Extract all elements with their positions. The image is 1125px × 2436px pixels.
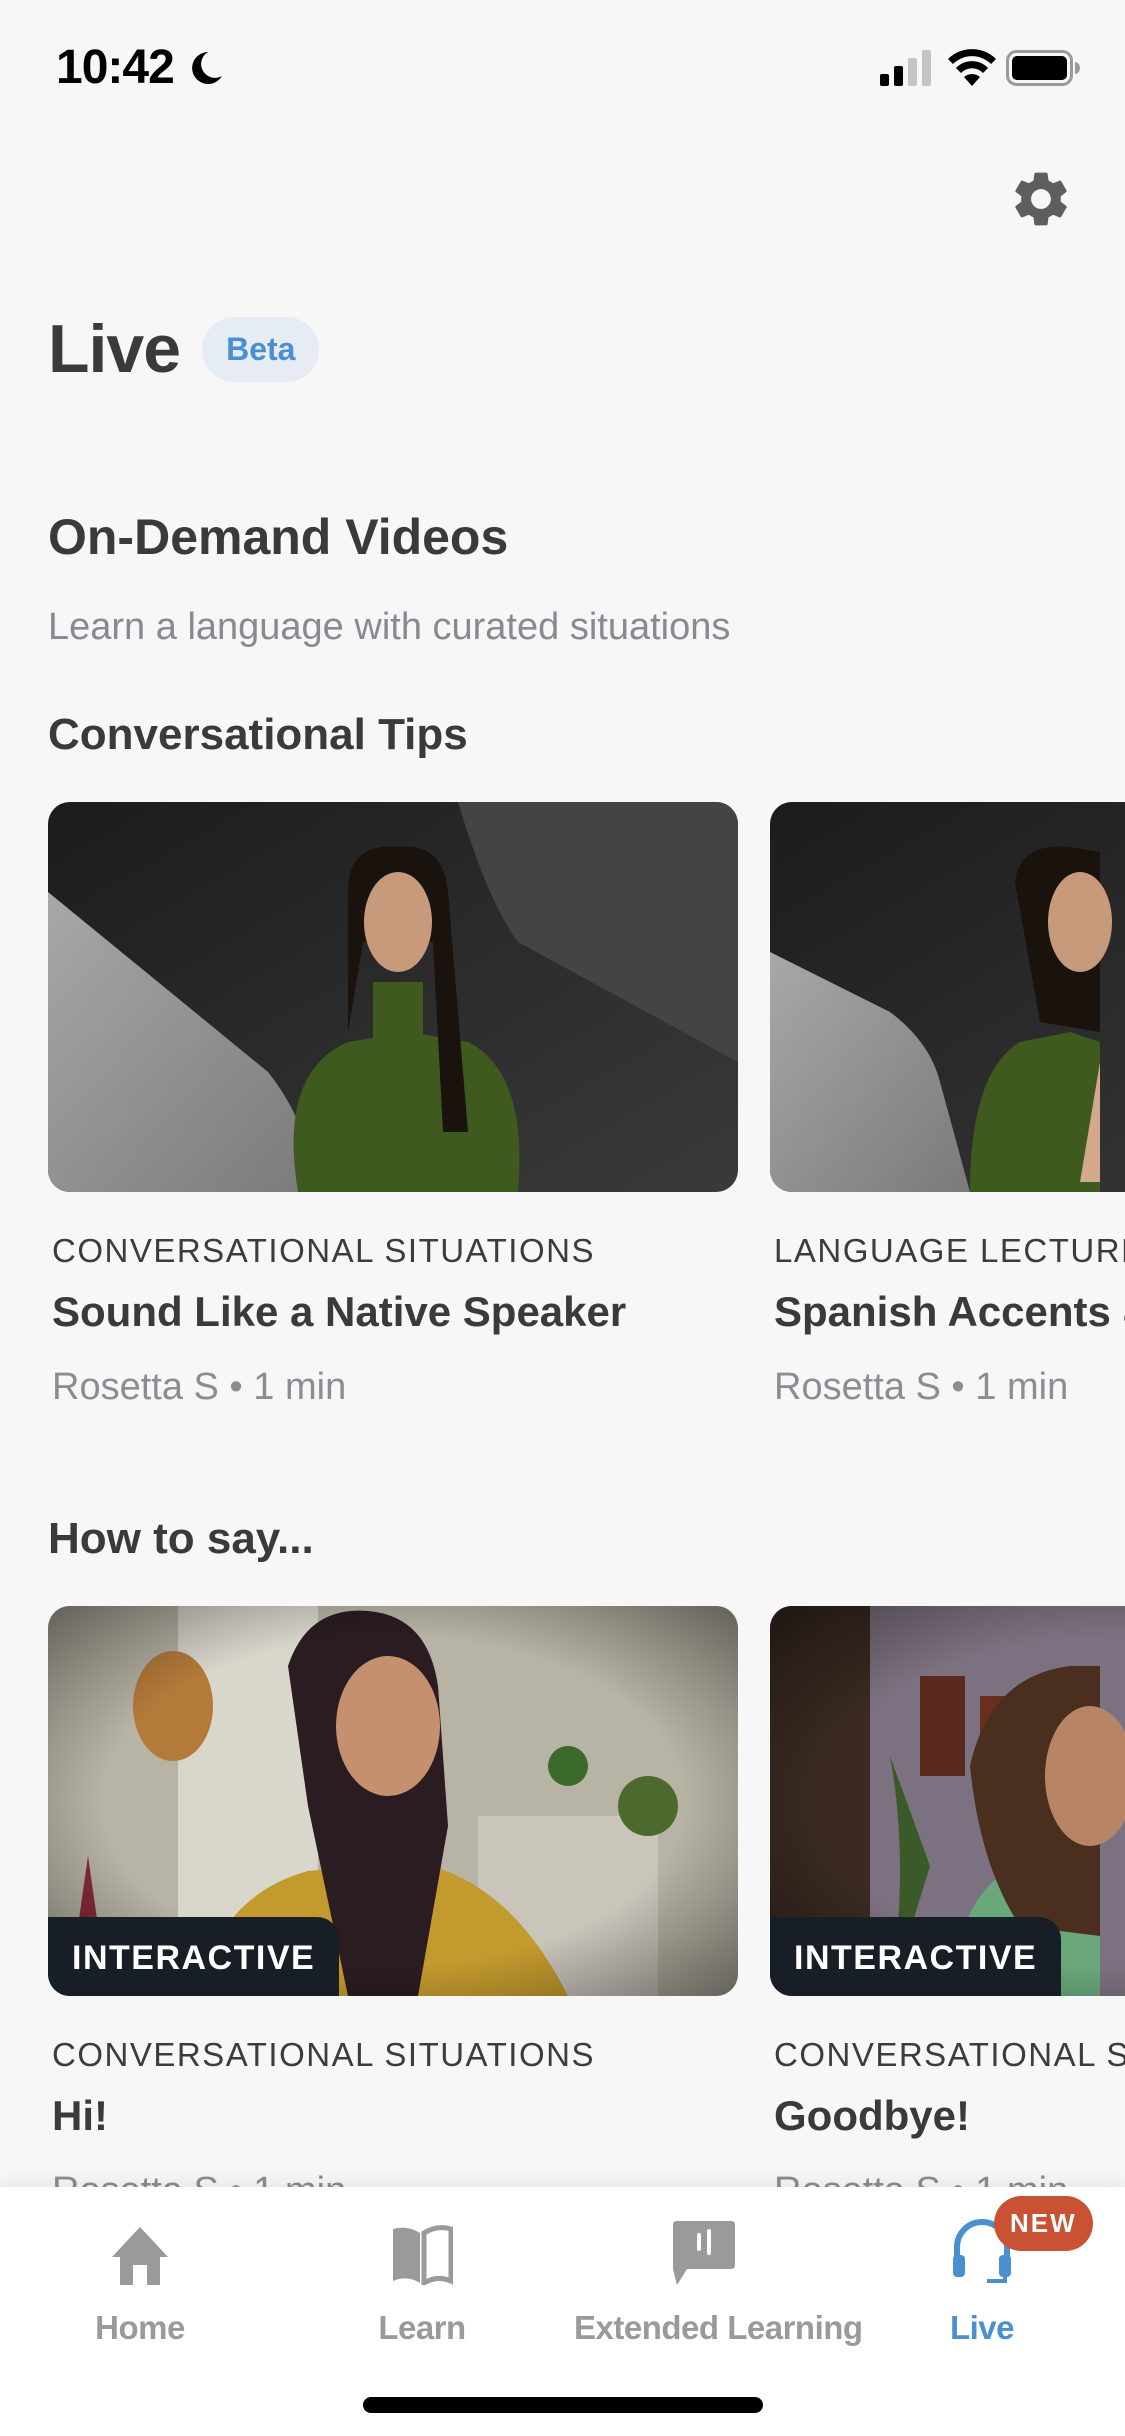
signal-icon <box>880 50 931 86</box>
card-meta: Rosetta S • 1 min <box>52 1366 347 1408</box>
tab-label: Home <box>95 2309 185 2346</box>
tab-label: Extended Learning <box>574 2309 863 2346</box>
card-category: CONVERSATIONAL SITUATIONS <box>52 1232 595 1269</box>
page-title: Live <box>48 311 181 387</box>
card-meta: Rosetta S • 1 min <box>774 1366 1069 1408</box>
tab-label: Learn <box>378 2309 466 2346</box>
moon-icon <box>192 52 222 84</box>
tab-home[interactable]: Home <box>10 2215 270 2347</box>
section-subtitle: Learn a language with curated situations <box>48 606 731 648</box>
interactive-badge: INTERACTIVE <box>48 1917 340 1996</box>
carousel-how-to-say[interactable]: INTERACTIVE CONVERSATIONAL SITUATIONS Hi… <box>48 1606 1125 2213</box>
tab-label: Live <box>949 2309 1015 2346</box>
chat-bubble-icon <box>673 2221 735 2285</box>
gear-icon[interactable] <box>1008 166 1074 232</box>
video-card[interactable]: INTERACTIVE CONVERSATIONAL SITUATIONS Go… <box>770 1606 1125 2213</box>
row-title-how-to-say: How to say... <box>48 1514 314 1563</box>
video-thumbnail[interactable]: INTERACTIVE <box>48 1606 738 1996</box>
tab-extended-learning[interactable]: Extended Learning <box>574 2215 863 2347</box>
video-card[interactable]: CONVERSATIONAL SITUATIONS Sound Like a N… <box>48 802 738 1409</box>
new-badge: NEW <box>994 2196 1093 2251</box>
row-title-conversational-tips: Conversational Tips <box>48 710 468 759</box>
beta-badge: Beta <box>202 316 320 382</box>
card-title: Hi! <box>52 2092 108 2139</box>
carousel-conversational-tips[interactable]: CONVERSATIONAL SITUATIONS Sound Like a N… <box>48 802 1125 1409</box>
tab-learn[interactable]: Learn <box>292 2215 552 2347</box>
home-icon <box>112 2227 168 2285</box>
video-thumbnail[interactable] <box>770 802 1125 1192</box>
home-indicator[interactable] <box>363 2397 763 2413</box>
video-card[interactable]: INTERACTIVE CONVERSATIONAL SITUATIONS Hi… <box>48 1606 738 2213</box>
book-icon <box>393 2225 453 2285</box>
card-category: LANGUAGE LECTURES <box>774 1232 1125 1269</box>
card-category: CONVERSATIONAL SITUATIONS <box>52 2036 595 2073</box>
card-category: CONVERSATIONAL SITUATIONS <box>774 2036 1125 2073</box>
video-card[interactable]: LANGUAGE LECTURES Spanish Accents & ... … <box>770 802 1125 1409</box>
section-title: On-Demand Videos <box>48 509 509 565</box>
page-header: Live Beta <box>48 310 320 388</box>
card-title: Sound Like a Native Speaker <box>52 1288 627 1335</box>
video-thumbnail[interactable]: INTERACTIVE <box>770 1606 1125 1996</box>
wifi-icon <box>948 49 996 86</box>
status-time: 10:42 <box>56 41 175 94</box>
interactive-badge: INTERACTIVE <box>770 1917 1062 1996</box>
video-thumbnail[interactable] <box>48 802 738 1192</box>
card-title: Spanish Accents & ... <box>774 1288 1125 1335</box>
status-bar: 10:42 <box>0 0 1125 130</box>
card-title: Goodbye! <box>774 2092 970 2139</box>
battery-icon <box>1006 50 1080 86</box>
